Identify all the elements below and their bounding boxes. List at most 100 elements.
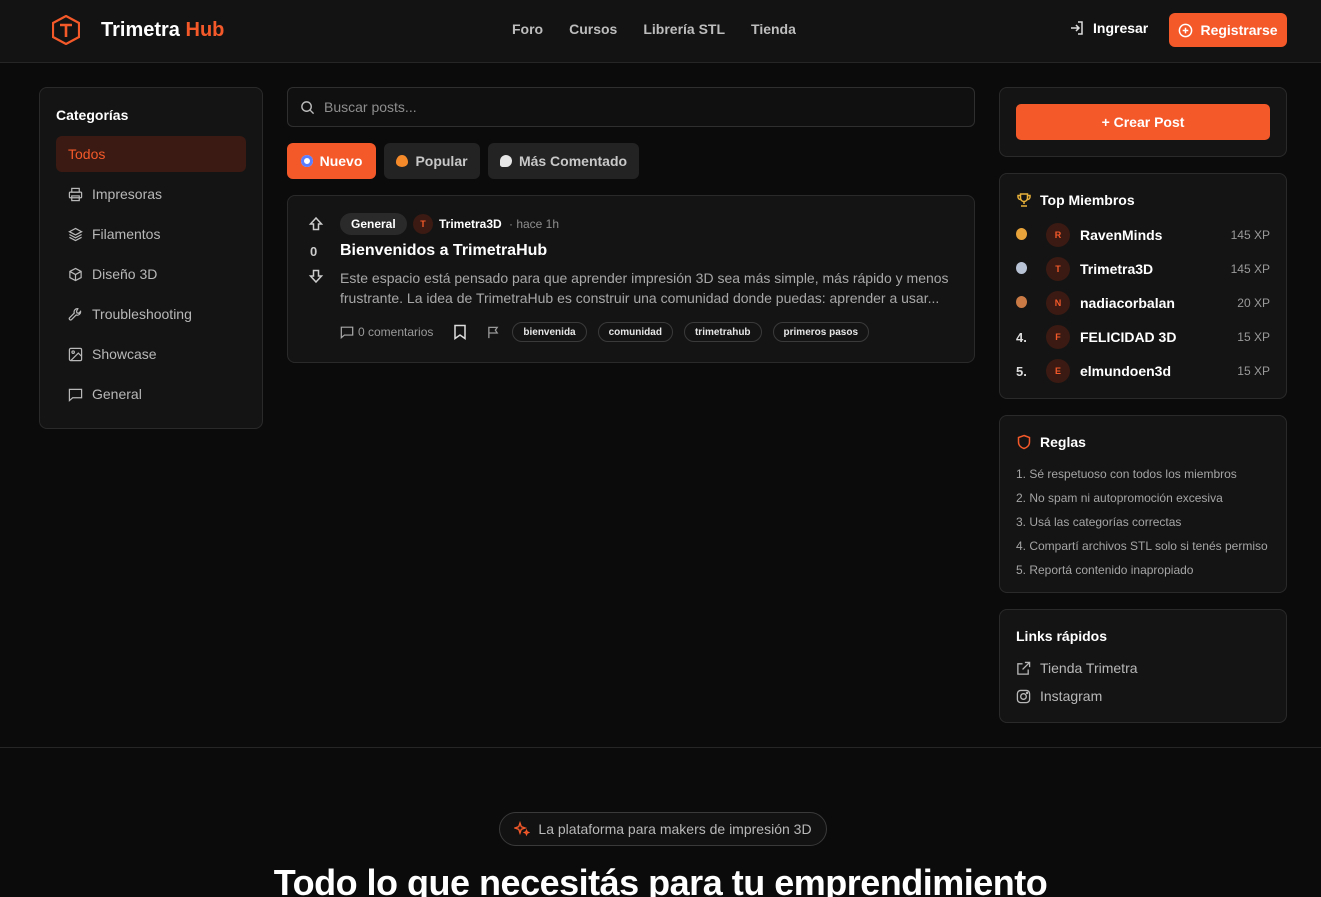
rules-title: Reglas xyxy=(1016,434,1086,450)
quick-links-panel: Links rápidos Tienda Trimetra Instagram xyxy=(999,609,1287,723)
comment-icon xyxy=(340,326,354,339)
category-showcase[interactable]: Showcase xyxy=(56,336,246,372)
trophy-icon xyxy=(1017,193,1031,207)
rules-panel: Reglas 1. Sé respetuoso con todos los mi… xyxy=(999,415,1287,593)
layers-icon xyxy=(68,227,83,241)
member-name: elmundoen3d xyxy=(1080,363,1172,379)
link-label: Instagram xyxy=(1040,688,1103,704)
search-input[interactable] xyxy=(324,99,924,115)
post-author[interactable]: Trimetra3D xyxy=(439,217,502,231)
categories-title: Categorías xyxy=(56,107,129,123)
category-label: Todos xyxy=(68,146,106,162)
category-label: Diseño 3D xyxy=(92,266,158,282)
sort-most-commented-button[interactable]: Más Comentado xyxy=(488,143,639,179)
login-label: Ingresar xyxy=(1093,20,1149,36)
member-xp: 145 XP xyxy=(1230,262,1270,276)
register-button[interactable]: Registrarse xyxy=(1169,13,1287,47)
member-xp: 15 XP xyxy=(1237,364,1270,378)
category-label: Filamentos xyxy=(92,226,161,242)
member-avatar: N xyxy=(1046,291,1070,315)
comments-link[interactable]: 0 comentarios xyxy=(340,325,433,339)
message-icon xyxy=(68,388,83,402)
image-icon xyxy=(68,347,83,361)
post-category-badge[interactable]: General xyxy=(340,213,407,235)
top-header: Trimetra Hub Foro Cursos Librería STL Ti… xyxy=(0,0,1321,63)
member-row[interactable]: 5. E elmundoen3d 15 XP xyxy=(1016,359,1270,383)
silver-medal-icon xyxy=(1016,261,1027,274)
trimetra-logo-icon[interactable] xyxy=(52,15,80,45)
clock-icon xyxy=(300,155,313,167)
flag-icon[interactable] xyxy=(487,326,500,339)
sort-new-label: Nuevo xyxy=(319,153,363,169)
sort-popular-button[interactable]: Popular xyxy=(384,143,480,179)
category-todos[interactable]: Todos xyxy=(56,136,246,172)
speech-bubble-icon xyxy=(499,155,512,167)
rule-item: 3. Usá las categorías correctas xyxy=(1016,515,1182,529)
printer-icon xyxy=(68,187,83,201)
category-impresoras[interactable]: Impresoras xyxy=(56,176,246,212)
member-avatar: F xyxy=(1046,325,1070,349)
category-diseno-3d[interactable]: Diseño 3D xyxy=(56,256,246,292)
member-avatar: E xyxy=(1046,359,1070,383)
post-card[interactable]: 0 General T Trimetra3D · hace 1h Bienven… xyxy=(287,195,975,363)
upvote-icon[interactable] xyxy=(308,216,324,232)
instagram-icon xyxy=(1016,689,1031,703)
wrench-icon xyxy=(68,307,82,321)
member-row[interactable]: T Trimetra3D 145 XP xyxy=(1016,257,1270,281)
category-filamentos[interactable]: Filamentos xyxy=(56,216,246,252)
sparkles-icon xyxy=(514,821,531,837)
category-general[interactable]: General xyxy=(56,376,246,412)
post-tag[interactable]: primeros pasos xyxy=(772,322,870,342)
category-troubleshooting[interactable]: Troubleshooting xyxy=(56,296,246,332)
hero-pill-label: La plataforma para makers de impresión 3… xyxy=(538,821,812,837)
category-label: Showcase xyxy=(92,346,157,362)
categories-panel: Categorías Todos Impresoras Filamentos D… xyxy=(39,87,263,429)
search-bar[interactable] xyxy=(287,87,975,127)
post-tag[interactable]: bienvenida xyxy=(512,322,587,342)
sort-new-button[interactable]: Nuevo xyxy=(287,143,376,179)
downvote-icon[interactable] xyxy=(308,268,324,284)
link-instagram[interactable]: Instagram xyxy=(1016,688,1102,704)
member-rank: 4. xyxy=(1016,329,1027,345)
bookmark-icon[interactable] xyxy=(453,324,467,340)
post-time: · hace 1h xyxy=(509,217,560,231)
search-icon xyxy=(301,100,315,114)
member-rank xyxy=(1016,227,1046,243)
create-post-panel: + Crear Post xyxy=(999,87,1287,157)
member-xp: 145 XP xyxy=(1230,228,1270,242)
member-name: FELICIDAD 3D xyxy=(1080,329,1177,345)
rule-item: 4. Compartí archivos STL solo si tenés p… xyxy=(1016,539,1268,553)
create-post-button[interactable]: + Crear Post xyxy=(1016,104,1270,140)
member-name: Trimetra3D xyxy=(1080,261,1154,277)
hero-heading: Todo lo que necesitás para tu emprendimi… xyxy=(273,862,1048,897)
member-row[interactable]: 4. F FELICIDAD 3D 15 XP xyxy=(1016,325,1270,349)
cube-icon xyxy=(69,267,82,281)
fire-icon xyxy=(396,155,409,167)
login-icon xyxy=(1071,21,1083,35)
member-row[interactable]: N nadiacorbalan 20 XP xyxy=(1016,291,1270,315)
sort-popular-label: Popular xyxy=(415,153,468,169)
rules-label: Reglas xyxy=(1040,434,1086,450)
member-xp: 20 XP xyxy=(1237,296,1270,310)
category-label: Impresoras xyxy=(92,186,163,202)
member-avatar: T xyxy=(1046,257,1070,281)
post-tag[interactable]: comunidad xyxy=(597,322,673,342)
login-button[interactable]: Ingresar xyxy=(1069,20,1148,36)
nav-foro[interactable]: Foro xyxy=(512,21,543,37)
member-row[interactable]: R RavenMinds 145 XP xyxy=(1016,223,1270,247)
main-nav: Foro Cursos Librería STL Tienda xyxy=(512,21,822,37)
nav-libreria-stl[interactable]: Librería STL xyxy=(643,21,725,37)
brand-name[interactable]: Trimetra Hub xyxy=(101,19,224,42)
rule-item: 2. No spam ni autopromoción excesiva xyxy=(1016,491,1223,505)
comments-count: 0 comentarios xyxy=(358,325,434,339)
brand-main: Trimetra xyxy=(101,19,180,41)
top-members-title: Top Miembros xyxy=(1016,192,1135,208)
link-tienda-trimetra[interactable]: Tienda Trimetra xyxy=(1016,660,1138,676)
top-members-panel: Top Miembros R RavenMinds 145 XP T Trime… xyxy=(999,173,1287,399)
post-tag[interactable]: trimetrahub xyxy=(683,322,762,342)
nav-cursos[interactable]: Cursos xyxy=(569,21,617,37)
post-title[interactable]: Bienvenidos a TrimetraHub xyxy=(340,242,547,260)
quick-links-title: Links rápidos xyxy=(1016,628,1108,644)
plus-circle-icon xyxy=(1179,23,1193,37)
nav-tienda[interactable]: Tienda xyxy=(751,21,796,37)
